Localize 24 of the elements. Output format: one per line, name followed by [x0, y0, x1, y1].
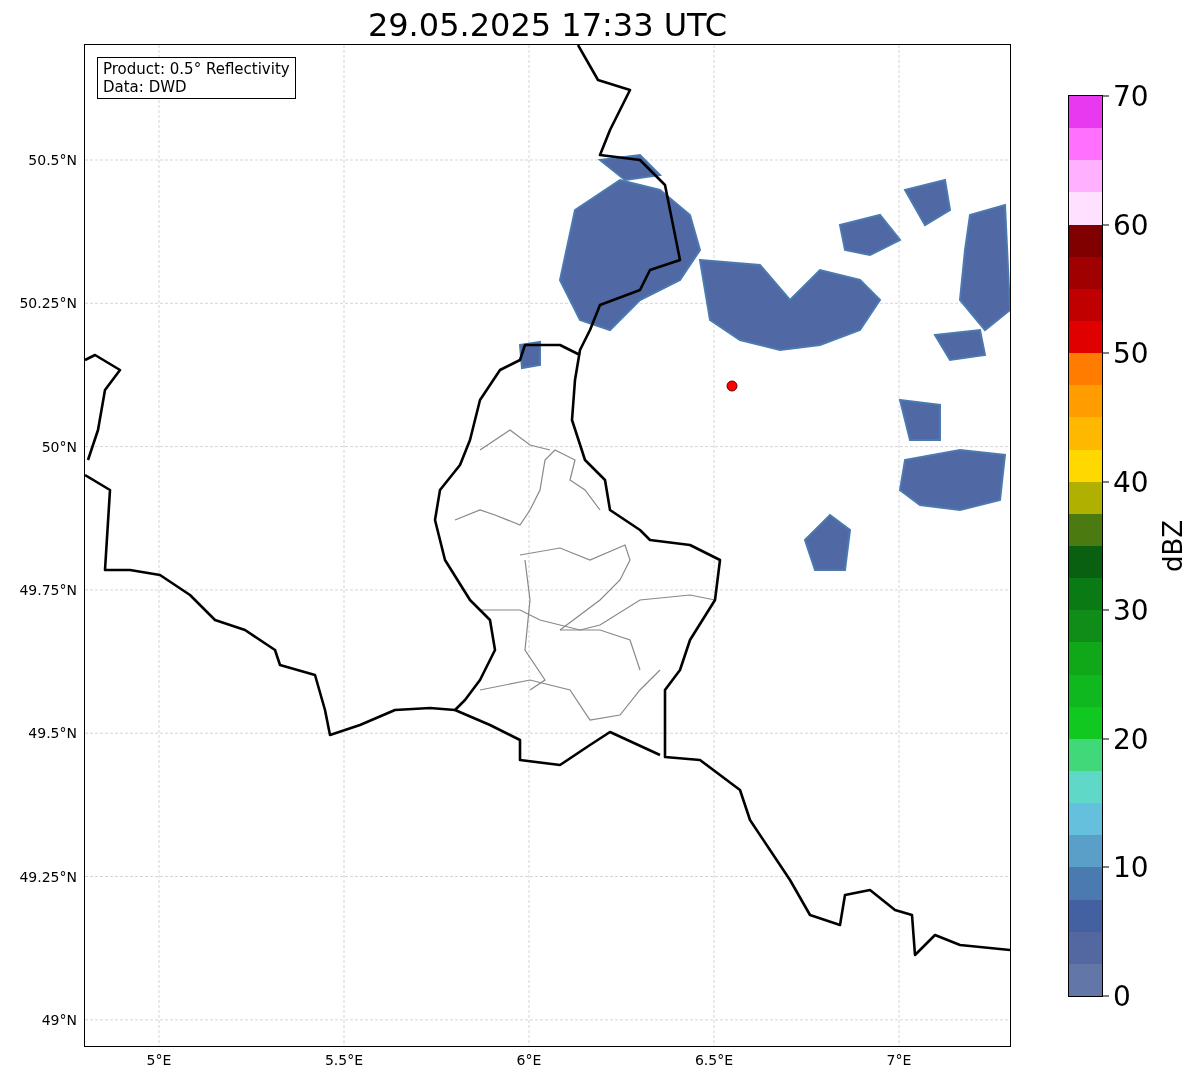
- longitude-label: 5°E: [146, 1052, 172, 1068]
- colorbar-tick-label: 70: [1113, 79, 1149, 113]
- colorbar-tick-label: 50: [1113, 336, 1149, 370]
- colorbar-tick-label: 30: [1113, 593, 1149, 627]
- colorbar-title: dBZ: [1158, 519, 1189, 573]
- latitude-label: 50°N: [41, 438, 77, 455]
- longitude-label: 5.5°E: [324, 1052, 364, 1068]
- chart-title: 29.05.2025 17:33 UTC: [366, 5, 729, 45]
- colorbar-tick-label: 60: [1113, 208, 1149, 242]
- colorbar-tick-label: 40: [1113, 465, 1149, 499]
- latitude-label: 49°N: [41, 1011, 77, 1028]
- colorbar-tick-label: 20: [1113, 722, 1149, 756]
- latitude-label: 49.25°N: [19, 868, 77, 885]
- latitude-label: 49.75°N: [19, 581, 77, 598]
- latitude-label: 50.5°N: [28, 152, 77, 168]
- longitude-label: 6.5°E: [694, 1052, 734, 1068]
- longitude-label: 7°E: [886, 1052, 912, 1068]
- latitude-label: 50.25°N: [19, 295, 77, 312]
- info-text: Data: DWD: [103, 78, 188, 96]
- info-text: Product: 0.5° Reflectivity: [103, 60, 290, 78]
- latitude-label: 49.5°N: [28, 725, 77, 742]
- colorbar-tick-label: 0: [1113, 979, 1131, 1013]
- colorbar-tick-label: 10: [1113, 850, 1149, 884]
- longitude-label: 6°E: [516, 1052, 542, 1068]
